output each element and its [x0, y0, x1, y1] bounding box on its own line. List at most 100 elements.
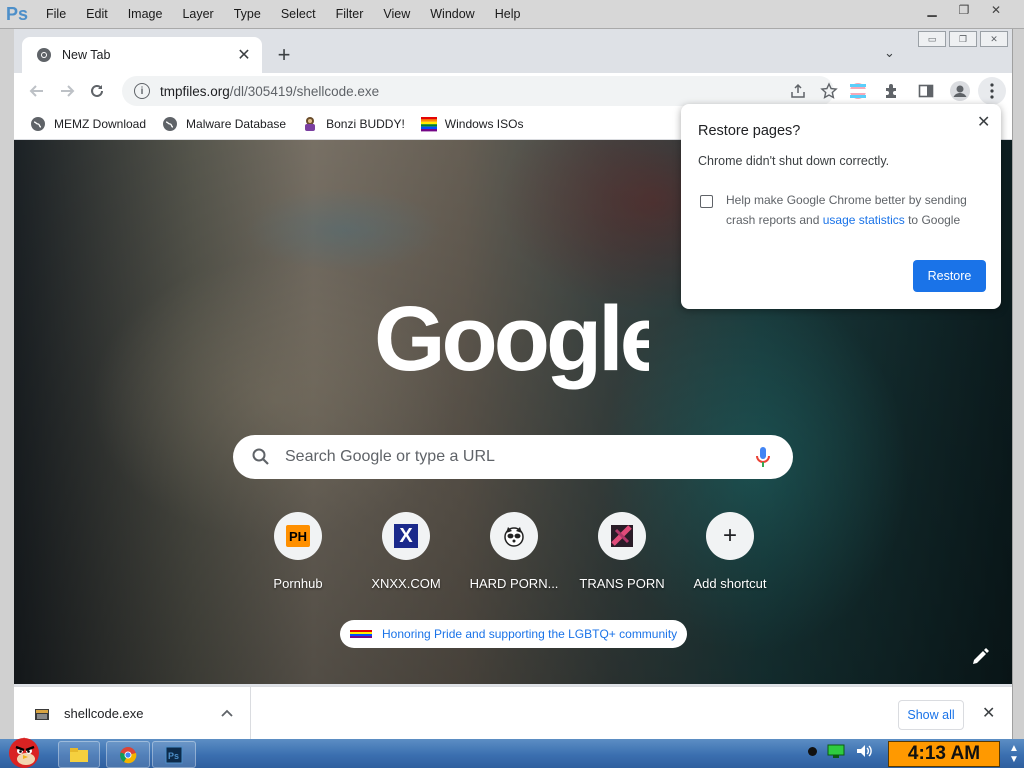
menu-type[interactable]: Type — [224, 0, 271, 28]
download-filename: shellcode.exe — [64, 706, 144, 721]
restore-button[interactable]: Restore — [913, 260, 986, 292]
taskbar-clock[interactable]: 4:13 AM — [888, 741, 1000, 767]
bookmark-memz-download[interactable]: MEMZ Download — [30, 116, 146, 132]
chrome-close-icon[interactable]: ✕ — [980, 31, 1008, 47]
menu-help[interactable]: Help — [485, 0, 531, 28]
bookmark-label: Windows ISOs — [444, 117, 524, 131]
pride-text: Honoring Pride and supporting the LGBTQ+… — [382, 627, 678, 641]
xnxx-icon: X — [382, 512, 430, 560]
taskbar-explorer-icon[interactable] — [58, 741, 100, 768]
close-icon[interactable]: ✕ — [982, 2, 1010, 18]
address-url: tmpfiles.org/dl/305419/shellcode.exe — [160, 84, 379, 99]
chrome-window-controls: ▭ ❐ ✕ — [918, 31, 1008, 47]
download-item[interactable]: shellcode.exe — [14, 687, 251, 740]
raccoon-icon — [490, 512, 538, 560]
restore-close-icon[interactable]: ✕ — [977, 112, 990, 132]
tab-strip: New Tab ✕ + ⌄ ▭ ❐ ✕ — [14, 29, 1012, 73]
shortcut-label: XNXX.COM — [371, 576, 441, 591]
taskbar: Ps 4:13 AM ▲ ▼ — [0, 737, 1024, 768]
chrome-minimize-icon[interactable]: ▭ — [918, 31, 946, 47]
network-icon[interactable] — [827, 743, 845, 759]
record-dot-icon[interactable] — [808, 746, 817, 756]
site-info-icon[interactable]: i — [134, 83, 150, 99]
shortcut-pornhub[interactable]: PH Pornhub — [244, 512, 352, 591]
bookmark-bonzi-buddy[interactable]: Bonzi BUDDY! — [302, 116, 405, 132]
shortcut-tiles: PH Pornhub X XNXX.COM HARD PORN... TRANS… — [244, 512, 784, 591]
system-tray — [808, 743, 873, 759]
crash-report-checkbox[interactable] — [700, 195, 713, 208]
download-bar-close-icon[interactable]: ✕ — [982, 703, 995, 723]
chrome-menu-kebab-icon[interactable] — [978, 77, 1006, 105]
svg-text:Google: Google — [374, 292, 649, 390]
side-panel-icon[interactable] — [910, 76, 942, 106]
show-all-button[interactable]: Show all — [898, 700, 964, 730]
globe-icon — [31, 117, 45, 131]
rainbow-flag-icon — [420, 117, 437, 132]
restore-pages-dialog: Restore pages? ✕ Chrome didn't shut down… — [681, 104, 1001, 309]
shortcut-trans-porn[interactable]: TRANS PORN — [568, 512, 676, 591]
shortcut-hard-porn[interactable]: HARD PORN... — [460, 512, 568, 591]
chrome-restore-icon[interactable]: ❐ — [949, 31, 977, 47]
new-tab-button[interactable]: + — [272, 42, 296, 67]
taskbar-scroll-arrows-icon[interactable]: ▲ ▼ — [1004, 739, 1024, 768]
shortcut-label: TRANS PORN — [579, 576, 665, 591]
shortcut-add[interactable]: + Add shortcut — [676, 512, 784, 591]
volume-icon[interactable] — [855, 743, 873, 759]
chevron-up-icon[interactable] — [220, 705, 236, 723]
menu-window[interactable]: Window — [420, 0, 484, 28]
bookmark-malware-database[interactable]: Malware Database — [162, 116, 286, 132]
angry-bird-start-icon[interactable] — [2, 731, 48, 768]
search-icon — [252, 448, 269, 465]
bookmark-label: Malware Database — [186, 117, 287, 131]
tab-close-icon[interactable]: ✕ — [234, 45, 254, 65]
photoshop-right-panel — [1012, 29, 1024, 739]
address-bar[interactable]: i tmpfiles.org/dl/305419/shellcode.exe — [122, 76, 838, 106]
photoshop-logo[interactable]: Ps — [4, 3, 30, 25]
pornhub-icon: PH — [274, 512, 322, 560]
restore-message: Chrome didn't shut down correctly. — [698, 154, 890, 168]
share-icon[interactable] — [790, 83, 806, 104]
search-box[interactable]: Search Google or type a URL — [233, 435, 793, 479]
profile-avatar-icon[interactable] — [944, 76, 976, 106]
menu-layer[interactable]: Layer — [172, 0, 223, 28]
bookmark-label: Bonzi BUDDY! — [326, 117, 405, 131]
chrome-favicon-icon — [37, 48, 51, 62]
download-bar: shellcode.exe Show all ✕ — [14, 686, 1012, 740]
menu-filter[interactable]: Filter — [326, 0, 374, 28]
trans-flag-profile-icon[interactable] — [842, 76, 874, 106]
trans-porn-icon — [598, 512, 646, 560]
minimize-icon[interactable]: ▁ — [918, 2, 946, 18]
svg-text:Ps: Ps — [168, 751, 179, 761]
tab-new-tab[interactable]: New Tab ✕ — [22, 37, 262, 73]
google-logo: Google — [374, 292, 649, 390]
bookmark-windows-isos[interactable]: Windows ISOs — [420, 116, 524, 132]
bookmark-star-icon[interactable] — [820, 82, 838, 105]
menu-view[interactable]: View — [373, 0, 420, 28]
tab-search-chevron-icon[interactable]: ⌄ — [884, 45, 895, 61]
customize-pencil-icon[interactable] — [969, 646, 991, 668]
menu-edit[interactable]: Edit — [76, 0, 118, 28]
tab-title: New Tab — [62, 48, 111, 62]
usage-statistics-link[interactable]: usage statistics — [823, 213, 905, 227]
microphone-icon[interactable] — [755, 446, 771, 468]
back-arrow-icon[interactable] — [22, 76, 52, 106]
shortcut-xnxx[interactable]: X XNXX.COM — [352, 512, 460, 591]
extensions-puzzle-icon[interactable] — [876, 76, 908, 106]
taskbar-chrome-icon[interactable] — [106, 741, 150, 768]
pride-promo-link[interactable]: Honoring Pride and supporting the LGBTQ+… — [340, 620, 688, 648]
restore-window-icon[interactable]: ❐ — [950, 2, 978, 18]
url-domain: tmpfiles.org — [160, 83, 230, 99]
photoshop-window-controls: ▁ ❐ ✕ — [918, 2, 1010, 18]
shortcut-label: Add shortcut — [693, 576, 767, 591]
taskbar-photoshop-icon[interactable]: Ps — [152, 741, 196, 768]
menu-file[interactable]: File — [36, 0, 76, 28]
menu-image[interactable]: Image — [118, 0, 173, 28]
search-placeholder: Search Google or type a URL — [285, 448, 495, 465]
forward-arrow-icon[interactable] — [52, 76, 82, 106]
menu-select[interactable]: Select — [271, 0, 326, 28]
reload-icon[interactable] — [82, 76, 112, 106]
pride-flag-icon — [350, 630, 372, 638]
url-path: /dl/305419/shellcode.exe — [229, 83, 380, 99]
chrome-window: New Tab ✕ + ⌄ ▭ ❐ ✕ i tmpfiles.org/dl/30… — [14, 29, 1012, 740]
shortcut-label: Pornhub — [273, 576, 323, 591]
